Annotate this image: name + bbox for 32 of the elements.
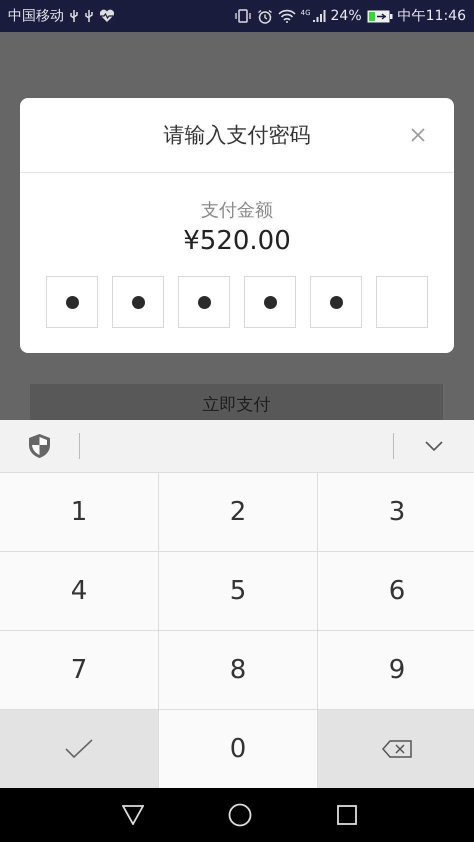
collapse-keyboard-icon[interactable] [425,441,443,451]
digit-key[interactable]: 8 [159,631,317,709]
close-icon[interactable] [410,127,426,143]
digit-key[interactable]: 9 [318,631,474,709]
vibrate-icon [234,9,252,23]
recents-icon[interactable] [336,805,357,825]
carrier-name: 中国移动 [8,7,64,25]
digit-key[interactable]: 0 [159,710,317,788]
digit-key[interactable]: 7 [0,631,158,709]
digit-key[interactable]: 2 [159,473,317,551]
battery-icon [366,10,393,22]
dialog-title: 请输入支付密码 [164,122,310,149]
check-icon [65,739,93,759]
signal-icon [312,9,326,23]
digit-key[interactable]: 1 [0,473,158,551]
heart-icon [99,9,115,23]
shield-icon [28,433,51,459]
wifi-icon [278,9,296,23]
backspace-icon [382,740,412,758]
digit-key[interactable]: 3 [318,473,474,551]
battery-percent: 24% [330,8,362,24]
digit-key[interactable]: 6 [318,552,474,630]
back-icon[interactable] [122,805,144,825]
home-icon[interactable] [228,803,252,827]
usb-icon [69,9,79,23]
digit-key[interactable]: 4 [0,552,158,630]
alarm-icon [256,8,273,24]
usb-icon [84,9,94,23]
amount-value: ¥520.00 [183,226,291,256]
amount-label: 支付金额 [201,199,273,222]
digit-key[interactable]: 5 [159,552,317,630]
clock-time: 中午11:46 [398,7,466,25]
